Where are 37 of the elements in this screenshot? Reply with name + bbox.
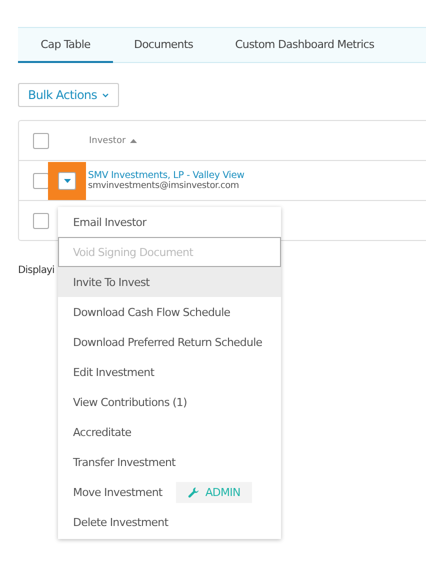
menu-item-label: Download Preferred Return Schedule: [73, 336, 262, 348]
checkbox[interactable]: [33, 212, 49, 228]
checkbox[interactable]: [33, 172, 49, 188]
menu-item-label: Invite To Invest: [73, 276, 150, 288]
investor-link[interactable]: SMV Investments, LP - Valley View: [88, 170, 244, 181]
tab[interactable]: Documents: [113, 28, 214, 63]
bulk-actions-button[interactable]: Bulk Actions: [18, 83, 119, 107]
chevron-down-icon: [102, 92, 109, 98]
menu-item-label: Download Cash Flow Schedule: [73, 306, 230, 318]
menu-item-label: Delete Investment: [73, 516, 168, 528]
investor-email: smvinvestments@imsinvestor.com: [88, 181, 240, 191]
footer-text: Displayi: [18, 265, 56, 276]
menu-item-label: Move Investment: [73, 486, 162, 498]
menu-item[interactable]: Accreditate: [58, 417, 281, 447]
menu-item-label: Email Investor: [73, 216, 146, 228]
menu-item-label: Transfer Investment: [73, 456, 176, 468]
dropdown-toggle-highlight[interactable]: [48, 162, 86, 200]
tab[interactable]: Custom Dashboard Metrics: [214, 28, 396, 63]
menu-item-label: Void Signing Document: [73, 246, 194, 258]
menu-item[interactable]: Transfer Investment: [58, 447, 281, 477]
menu-item[interactable]: Download Preferred Return Schedule: [58, 327, 281, 357]
menu-item[interactable]: Delete Investment: [58, 507, 281, 537]
menu-item-label: Accreditate: [73, 426, 132, 438]
menu-item-label: Edit Investment: [73, 366, 154, 378]
caret-down-icon: [64, 178, 70, 182]
menu-item[interactable]: Email Investor: [58, 207, 281, 237]
badge-label: ADMIN: [205, 486, 240, 498]
column-header[interactable]: Investor: [89, 136, 126, 146]
menu-item[interactable]: Download Cash Flow Schedule: [58, 297, 281, 327]
tab[interactable]: Cap Table: [18, 28, 113, 63]
menu-item[interactable]: View Contributions (1): [58, 387, 281, 417]
menu-item-label: View Contributions (1): [73, 396, 187, 408]
menu-item[interactable]: Move Investment ADMIN: [58, 477, 281, 507]
checkbox[interactable]: [33, 132, 49, 148]
wrench-icon: [188, 486, 200, 498]
menu-item[interactable]: Edit Investment: [58, 357, 281, 387]
menu-item[interactable]: Invite To Invest: [58, 267, 281, 297]
